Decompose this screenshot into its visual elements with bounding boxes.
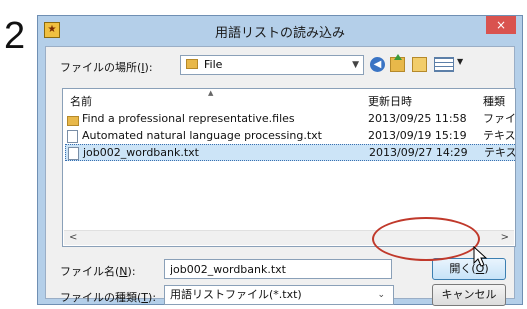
column-header-type[interactable]: 種類	[483, 93, 505, 109]
mouse-cursor-icon	[473, 246, 488, 267]
file-date: 2013/09/25 11:58	[368, 112, 467, 125]
location-value: File	[204, 58, 223, 71]
highlight-ellipse	[372, 217, 480, 261]
file-type: テキス	[484, 146, 516, 159]
file-name: Find a professional representative.files	[82, 112, 295, 125]
back-icon[interactable]: ◀	[370, 57, 385, 72]
folder-icon	[67, 116, 79, 126]
view-menu-chevron-icon[interactable]: ▼	[457, 57, 463, 66]
filename-input[interactable]	[164, 259, 392, 279]
folder-icon	[186, 59, 198, 69]
app-icon: ★	[44, 22, 60, 38]
open-file-dialog: ★ 用語リストの読み込み × ファイルの場所(I): File ▼ ◀ ▼ 名前…	[37, 15, 523, 306]
filename-label: ファイル名(N):	[60, 265, 136, 278]
location-label: ファイルの場所(I):	[60, 61, 153, 74]
file-date: 2013/09/19 15:19	[368, 129, 467, 142]
file-row[interactable]: Find a professional representative.files…	[65, 110, 516, 127]
scroll-right-button[interactable]: >	[501, 231, 509, 245]
filetype-label: ファイルの種類(T):	[60, 291, 157, 304]
text-file-icon	[68, 147, 79, 160]
cancel-button[interactable]: キャンセル	[432, 284, 506, 306]
filetype-dropdown[interactable]: 用語リストファイル(*.txt) ⌄	[164, 285, 394, 305]
title-bar: ★ 用語リストの読み込み ×	[38, 16, 522, 46]
file-name: Automated natural language processing.tx…	[82, 129, 322, 142]
file-type: ファイ	[483, 112, 516, 125]
filetype-value: 用語リストファイル(*.txt)	[170, 288, 302, 301]
column-header-name[interactable]: 名前	[70, 93, 92, 109]
file-type: テキス	[483, 129, 516, 142]
dialog-body: ファイルの場所(I): File ▼ ◀ ▼ 名前 ▲ 更新日時 種類 Find…	[45, 46, 516, 306]
chevron-down-icon: ⌄	[377, 290, 385, 300]
up-folder-icon[interactable]	[390, 54, 405, 72]
file-row-selected[interactable]: job002_wordbank.txt 2013/09/27 14:29 テキス	[65, 144, 516, 161]
file-name: job002_wordbank.txt	[83, 146, 199, 159]
file-date: 2013/09/27 14:29	[369, 146, 468, 159]
open-button[interactable]: 開く(O)	[432, 258, 506, 280]
view-menu-icon[interactable]	[434, 57, 454, 72]
column-header-date[interactable]: 更新日時	[368, 93, 412, 109]
file-row[interactable]: Automated natural language processing.tx…	[65, 127, 516, 144]
new-folder-icon[interactable]	[412, 57, 427, 72]
text-file-icon	[67, 130, 78, 143]
sort-ascending-icon: ▲	[208, 89, 214, 97]
chevron-down-icon: ▼	[352, 60, 359, 70]
step-number: 2	[4, 15, 26, 57]
dialog-title: 用語リストの読み込み	[214, 26, 345, 41]
close-button[interactable]: ×	[486, 16, 516, 34]
location-dropdown[interactable]: File ▼	[180, 55, 364, 75]
navigation-toolbar: ◀ ▼	[370, 54, 470, 75]
scroll-left-button[interactable]: <	[69, 231, 77, 245]
